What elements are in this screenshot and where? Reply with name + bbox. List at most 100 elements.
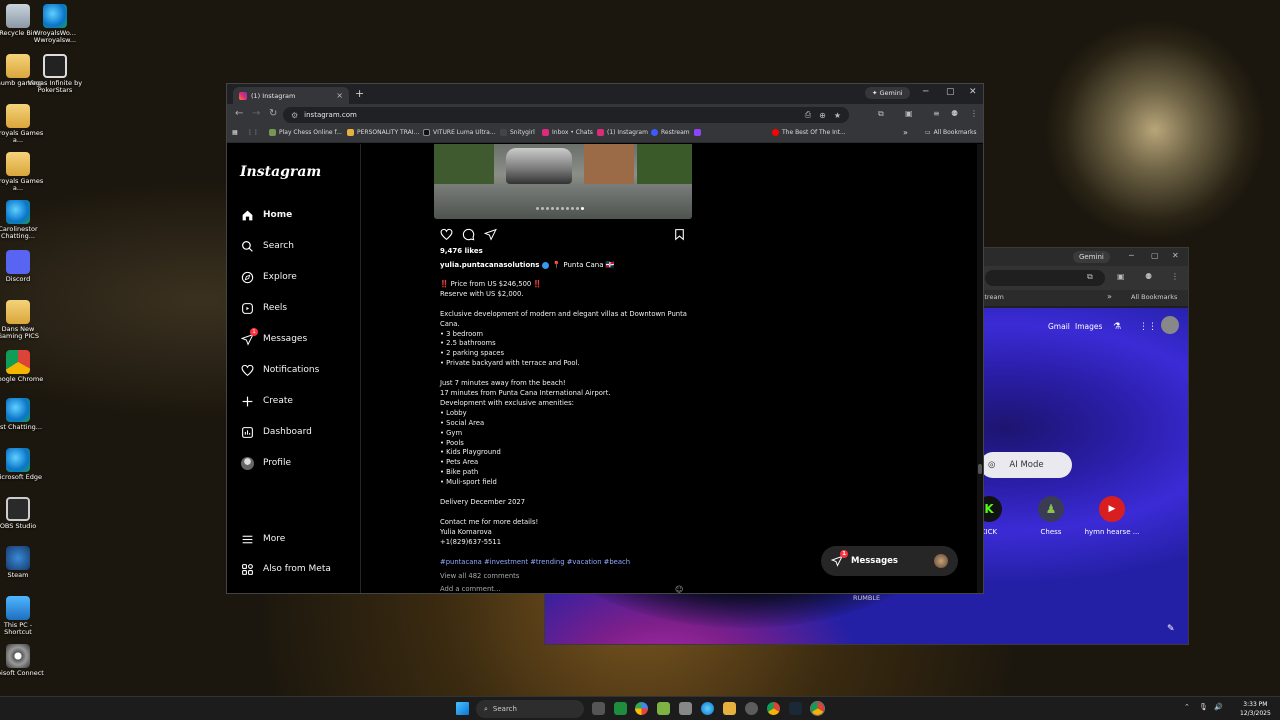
tab-instagram[interactable]: (1) Instagram × bbox=[233, 87, 349, 104]
close-icon[interactable]: ✕ bbox=[1172, 251, 1179, 260]
tab-close-icon[interactable]: × bbox=[336, 91, 343, 100]
desktop-icon-vegas[interactable]: Vegas Infinite by PokerStars bbox=[27, 54, 83, 95]
site-info-icon[interactable]: ⚙ bbox=[291, 111, 298, 120]
menu-dots-icon[interactable]: ⋮ bbox=[970, 109, 978, 118]
hashtags[interactable]: #puntacana #investment #trending #vacati… bbox=[440, 558, 630, 566]
bookmark-inbox[interactable]: Inbox • Chats bbox=[542, 129, 593, 136]
desktop-icon-chrome[interactable]: Google Chrome bbox=[0, 350, 46, 383]
chrome-icon[interactable] bbox=[767, 702, 780, 715]
chevron-right-icon[interactable]: » bbox=[903, 128, 908, 137]
maximize-icon[interactable]: ▢ bbox=[1151, 251, 1159, 260]
extensions-icon[interactable]: ⧉ bbox=[1087, 272, 1093, 282]
edge-icon[interactable] bbox=[701, 702, 714, 715]
bookmark-youtube[interactable]: The Best Of The Int... bbox=[772, 129, 846, 136]
nav-dashboard[interactable]: Dashboard bbox=[240, 423, 312, 441]
desktop-icon-carolinestor[interactable]: Carolinestor Chatting... bbox=[0, 200, 46, 241]
downloads-icon[interactable]: ≡ bbox=[933, 109, 940, 118]
labs-icon[interactable]: ⚗ bbox=[1113, 322, 1121, 332]
desktop-icon-steam[interactable]: Steam bbox=[0, 546, 46, 579]
messages-floating-button[interactable]: 1 Messages bbox=[821, 546, 958, 576]
app-icon[interactable] bbox=[657, 702, 670, 715]
clock[interactable]: 3:33 PM 12/3/2025 bbox=[1240, 700, 1271, 718]
view-comments-link[interactable]: View all 482 comments bbox=[440, 572, 519, 580]
location-link[interactable]: 📍 Punta Cana 🇩🇴 bbox=[552, 261, 614, 269]
minimize-icon[interactable]: ─ bbox=[923, 87, 928, 97]
task-view-icon[interactable] bbox=[592, 702, 605, 715]
bookmarks-folder-icon[interactable]: ▦ bbox=[232, 129, 238, 136]
nav-create[interactable]: Create bbox=[240, 392, 293, 410]
profile-icon[interactable]: ⚉ bbox=[951, 109, 958, 118]
desktop-icon-wroyals-2[interactable]: Wroyals Games a... bbox=[0, 152, 46, 193]
gemini-button[interactable]: ✦ Gemini bbox=[865, 87, 910, 99]
account-avatar[interactable] bbox=[1161, 316, 1179, 334]
apps-grid-icon[interactable]: ⋮⋮ bbox=[1139, 322, 1157, 332]
nav-more[interactable]: More bbox=[240, 530, 285, 548]
bookmark-chess[interactable]: Play Chess Online f... bbox=[269, 129, 342, 136]
scrollbar-thumb[interactable] bbox=[978, 464, 982, 474]
sidebar-icon[interactable]: ▣ bbox=[1117, 272, 1125, 281]
scrollbar[interactable] bbox=[977, 144, 983, 593]
install-app-icon[interactable]: ⎙ bbox=[805, 110, 811, 120]
apps-grid-icon[interactable]: ⋮⋮ bbox=[247, 129, 259, 136]
ai-mode-button[interactable]: ◎ AI Mode bbox=[980, 452, 1072, 478]
desktop-icon-edge[interactable]: Microsoft Edge bbox=[0, 448, 46, 481]
menu-dots-icon[interactable]: ⋮ bbox=[1171, 272, 1179, 281]
microphone-icon[interactable]: 🎙 bbox=[1199, 703, 1208, 711]
desktop-icon-just-chatting[interactable]: Just Chatting... bbox=[0, 398, 46, 431]
share-icon[interactable] bbox=[483, 226, 498, 241]
windows-start-icon[interactable] bbox=[456, 702, 469, 715]
desktop-icon-dans-pics[interactable]: Dans New Gaming PICS bbox=[0, 300, 46, 341]
gemini-button[interactable]: Gemini bbox=[1073, 251, 1110, 263]
comment-input[interactable]: Add a comment... bbox=[440, 585, 500, 593]
nav-home[interactable]: Home bbox=[240, 206, 292, 224]
obs-icon[interactable] bbox=[745, 702, 758, 715]
bookmark[interactable]: stream bbox=[981, 293, 1004, 301]
all-bookmarks[interactable]: All Bookmarks bbox=[1131, 293, 1177, 301]
bookmark-restream[interactable]: Restream bbox=[651, 129, 690, 136]
post-image[interactable] bbox=[434, 144, 692, 219]
browser-window[interactable]: (1) Instagram × + ✦ Gemini ─ ▢ ✕ ← → ↻ ⚙… bbox=[226, 83, 984, 594]
zoom-icon[interactable]: ⊕ bbox=[819, 111, 826, 120]
bookmark-snitygirl[interactable]: Snitygirl bbox=[500, 129, 535, 136]
nav-messages[interactable]: 1 Messages bbox=[240, 328, 307, 348]
chrome-active-icon[interactable] bbox=[810, 701, 825, 716]
all-bookmarks[interactable]: ▭ All Bookmarks bbox=[925, 129, 977, 136]
new-tab-button[interactable]: + bbox=[355, 87, 364, 100]
profile-icon[interactable]: ⚉ bbox=[1145, 272, 1152, 281]
shortcut-chess[interactable]: ♟ Chess bbox=[1021, 496, 1081, 536]
photos-icon[interactable] bbox=[635, 702, 648, 715]
desktop-icon-obs[interactable]: OBS Studio bbox=[0, 497, 46, 530]
images-link[interactable]: Images bbox=[1075, 322, 1102, 331]
reload-icon[interactable]: ↻ bbox=[269, 108, 277, 119]
customize-pencil-icon[interactable]: ✎ bbox=[1167, 624, 1175, 634]
shortcut-youtube[interactable]: ▶ hymn hearse ... bbox=[1082, 496, 1142, 536]
username-link[interactable]: yulia.puntacanasolutions bbox=[440, 261, 539, 269]
maximize-icon[interactable]: ▢ bbox=[946, 87, 955, 97]
emoji-icon[interactable]: ☺ bbox=[675, 585, 683, 593]
comment-icon[interactable] bbox=[462, 226, 476, 241]
instagram-logo[interactable]: Instagram bbox=[240, 164, 321, 180]
bookmark-instagram[interactable]: (1) Instagram bbox=[597, 129, 648, 136]
xbox-icon[interactable] bbox=[614, 702, 627, 715]
like-heart-icon[interactable] bbox=[440, 226, 454, 241]
desktop-icon-this-pc[interactable]: This PC - Shortcut bbox=[0, 596, 46, 637]
bookmark-viture[interactable]: VITURE Luma Ultra... bbox=[423, 129, 496, 136]
nav-reels[interactable]: Reels bbox=[240, 299, 287, 317]
bookmark-extra[interactable] bbox=[694, 129, 701, 136]
nav-profile[interactable]: Profile bbox=[240, 454, 291, 472]
store-icon[interactable] bbox=[679, 702, 692, 715]
address-bar[interactable]: ⚙ instagram.com ⎙ ⊕ ★ bbox=[283, 107, 849, 123]
volume-icon[interactable]: 🔊 bbox=[1214, 703, 1223, 711]
bookmark-personality[interactable]: PERSONALITY TRAI... bbox=[347, 129, 419, 136]
desktop-icon-edge-shortcut[interactable]: WroyalsWo... Wwroyalsw... bbox=[27, 4, 83, 45]
forward-arrow-icon[interactable]: → bbox=[252, 108, 260, 119]
minimize-icon[interactable]: ─ bbox=[1129, 251, 1134, 260]
save-bookmark-icon[interactable] bbox=[673, 226, 687, 241]
extensions-icon[interactable]: ⧉ bbox=[878, 109, 884, 119]
nav-notifications[interactable]: Notifications bbox=[240, 361, 319, 379]
desktop-icon-wroyals-1[interactable]: Wroyals Games a... bbox=[0, 104, 46, 145]
file-explorer-icon[interactable] bbox=[723, 702, 736, 715]
like-count[interactable]: 9,476 likes bbox=[440, 247, 483, 255]
close-icon[interactable]: ✕ bbox=[969, 87, 977, 97]
chevron-up-icon[interactable]: ⌃ bbox=[1184, 703, 1190, 711]
